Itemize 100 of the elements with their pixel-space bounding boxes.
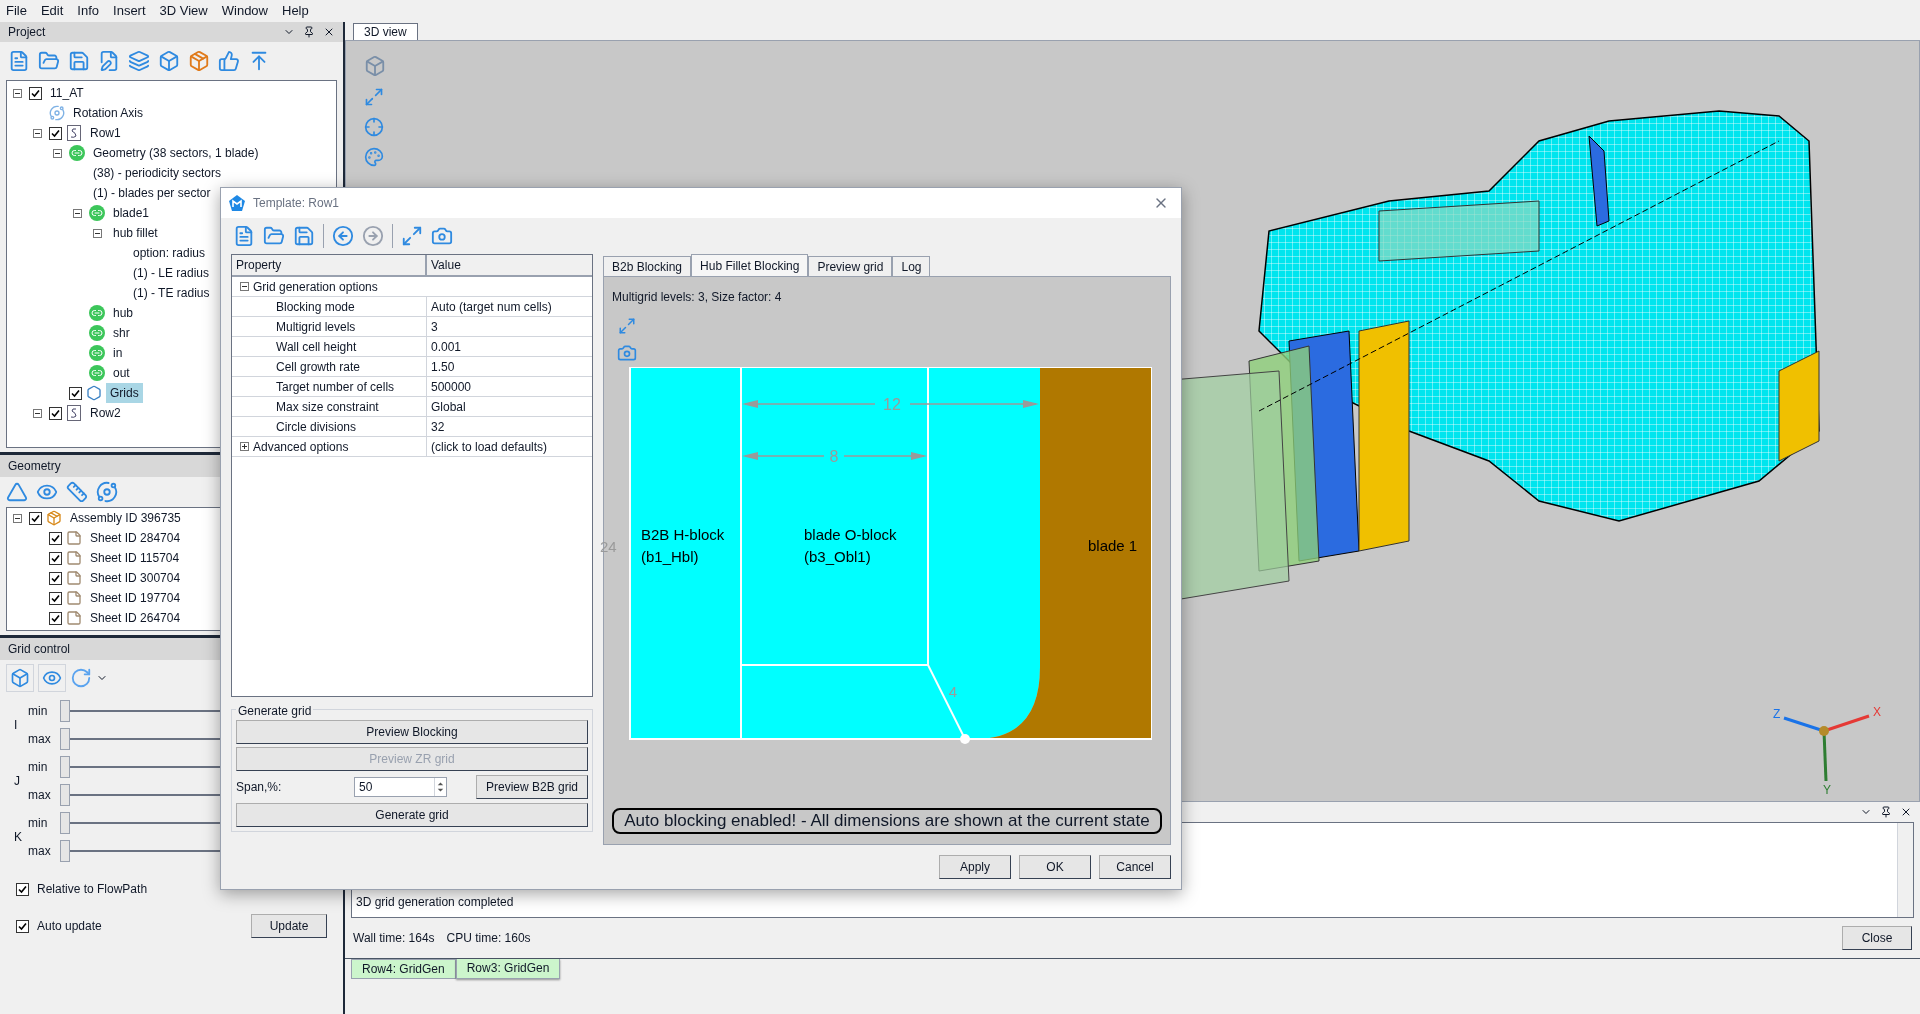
slider-thumb[interactable] [60, 812, 70, 834]
collapse-toggle[interactable] [73, 208, 82, 218]
camera-icon[interactable] [431, 225, 453, 247]
property-value[interactable]: 500000 [427, 377, 476, 396]
fit-view-icon[interactable] [618, 317, 636, 335]
axis-icon[interactable] [96, 481, 118, 503]
collapse-toggle[interactable] [13, 88, 22, 98]
tree-checkbox[interactable] [29, 86, 42, 100]
menu-item[interactable]: Insert [113, 1, 146, 21]
dialog-tab[interactable]: Preview grid [808, 256, 893, 276]
tree-item[interactable]: Assembly ID 396735 [66, 508, 185, 528]
property-value[interactable]: Global [427, 397, 470, 416]
tree-item[interactable]: hub [109, 303, 138, 323]
tree-checkbox[interactable] [49, 406, 62, 420]
tree-checkbox[interactable] [49, 611, 62, 625]
menu-item[interactable]: Help [282, 1, 309, 21]
save-icon[interactable] [293, 225, 315, 247]
cube-view-icon[interactable] [364, 55, 386, 77]
new-file-icon[interactable] [8, 50, 30, 72]
tree-item[interactable]: (1) - LE radius [129, 263, 214, 283]
slider-thumb[interactable] [60, 728, 70, 750]
folder-icon[interactable] [263, 225, 285, 247]
new-file-icon[interactable] [233, 225, 255, 247]
tree-item[interactable]: Sheet ID 115704 [86, 548, 184, 568]
dialog-tab[interactable]: B2b Blocking [603, 256, 692, 276]
tree-item[interactable]: in [109, 343, 127, 363]
folder-icon[interactable] [38, 50, 60, 72]
property-group[interactable]: Grid generation options [253, 277, 378, 296]
spin-arrows-icon[interactable] [434, 778, 446, 796]
tree-item[interactable]: Sheet ID 300704 [86, 568, 185, 588]
slider-thumb[interactable] [60, 756, 70, 778]
property-value[interactable]: 32 [427, 417, 449, 436]
crosshair-icon[interactable] [364, 117, 384, 137]
tree-item[interactable]: option: radius [129, 243, 210, 263]
property-value[interactable]: 0.001 [427, 337, 466, 356]
slider-thumb[interactable] [60, 784, 70, 806]
bottom-tab[interactable]: Row3: GridGen [455, 959, 561, 979]
tree-checkbox[interactable] [69, 386, 82, 400]
collapse-toggle[interactable] [240, 282, 249, 291]
tree-item[interactable]: Rotation Axis [69, 103, 148, 123]
preview-button[interactable]: Preview Blocking [236, 720, 588, 744]
dialog-tab[interactable]: Log [892, 256, 931, 276]
dialog-button[interactable]: Cancel [1099, 855, 1171, 879]
tree-item[interactable]: (38) - periodicity sectors [89, 163, 226, 183]
palette-icon[interactable] [364, 147, 384, 167]
bottom-tab[interactable]: Row4: GridGen [351, 959, 456, 979]
pin-icon[interactable] [1880, 806, 1892, 818]
tree-checkbox[interactable] [49, 591, 62, 605]
tree-item[interactable]: Row2 [86, 403, 125, 423]
property-group[interactable]: Advanced options [253, 437, 349, 456]
span-input[interactable]: 50 [355, 778, 434, 796]
collapse-toggle[interactable] [33, 408, 42, 418]
tree-item[interactable]: blade1 [109, 203, 154, 223]
span-spinbox[interactable]: 50 [354, 777, 447, 797]
fit-view-icon[interactable] [364, 87, 384, 107]
tree-item[interactable]: Row1 [86, 123, 125, 143]
scrollbar[interactable] [1897, 823, 1913, 917]
collapse-toggle[interactable] [93, 228, 102, 238]
property-value[interactable]: (click to load defaults) [427, 437, 552, 456]
tree-item[interactable]: Geometry (38 sectors, 1 blade) [89, 143, 263, 163]
rotate-icon[interactable] [70, 667, 92, 689]
save-icon[interactable] [68, 50, 90, 72]
dialog-button[interactable]: Apply [939, 855, 1011, 879]
tree-checkbox[interactable] [49, 126, 62, 140]
pin-icon[interactable] [303, 26, 315, 38]
slider-thumb[interactable] [60, 840, 70, 862]
update-button[interactable]: Update [251, 914, 327, 938]
tree-checkbox[interactable] [49, 551, 62, 565]
tree-item[interactable]: Grids [106, 383, 143, 403]
menu-item[interactable]: 3D View [159, 1, 208, 21]
dialog-tab[interactable]: Hub Fillet Blocking [691, 254, 809, 276]
menu-item[interactable]: File [6, 1, 27, 21]
expand-toggle[interactable] [240, 442, 249, 451]
tree-item[interactable]: (1) - blades per sector [89, 183, 215, 203]
property-value[interactable]: 1.50 [427, 357, 459, 376]
save-as-icon[interactable] [98, 50, 120, 72]
slider-thumb[interactable] [60, 700, 70, 722]
checkbox[interactable] [16, 882, 29, 896]
menu-item[interactable]: Edit [40, 1, 64, 21]
tree-item[interactable]: Sheet ID 197704 [86, 588, 185, 608]
preview-b2b-button[interactable]: Preview B2B grid [476, 775, 588, 799]
tree-item[interactable]: Sheet ID 284704 [86, 528, 185, 548]
property-value[interactable]: 3 [427, 317, 442, 336]
dialog-button[interactable]: OK [1019, 855, 1091, 879]
close-icon[interactable] [1900, 806, 1912, 818]
close-button[interactable]: Close [1842, 926, 1912, 950]
tree-checkbox[interactable] [49, 531, 62, 545]
generate-grid-button[interactable]: Generate grid [236, 803, 588, 827]
tree-item[interactable]: (1) - TE radius [129, 283, 214, 303]
close-icon[interactable] [323, 26, 335, 38]
fit-view-icon[interactable] [401, 225, 423, 247]
tree-checkbox[interactable] [49, 571, 62, 585]
collapse-toggle[interactable] [53, 148, 62, 158]
checkbox[interactable] [16, 919, 29, 933]
collapse-toggle[interactable] [13, 513, 22, 523]
tree-item[interactable]: hub fillet [109, 223, 162, 243]
tree-item[interactable]: 11_AT [46, 83, 88, 103]
ruler-icon[interactable] [66, 481, 88, 503]
tree-item[interactable]: Sheet ID 264704 [86, 608, 185, 628]
menu-item[interactable]: Info [77, 1, 100, 21]
